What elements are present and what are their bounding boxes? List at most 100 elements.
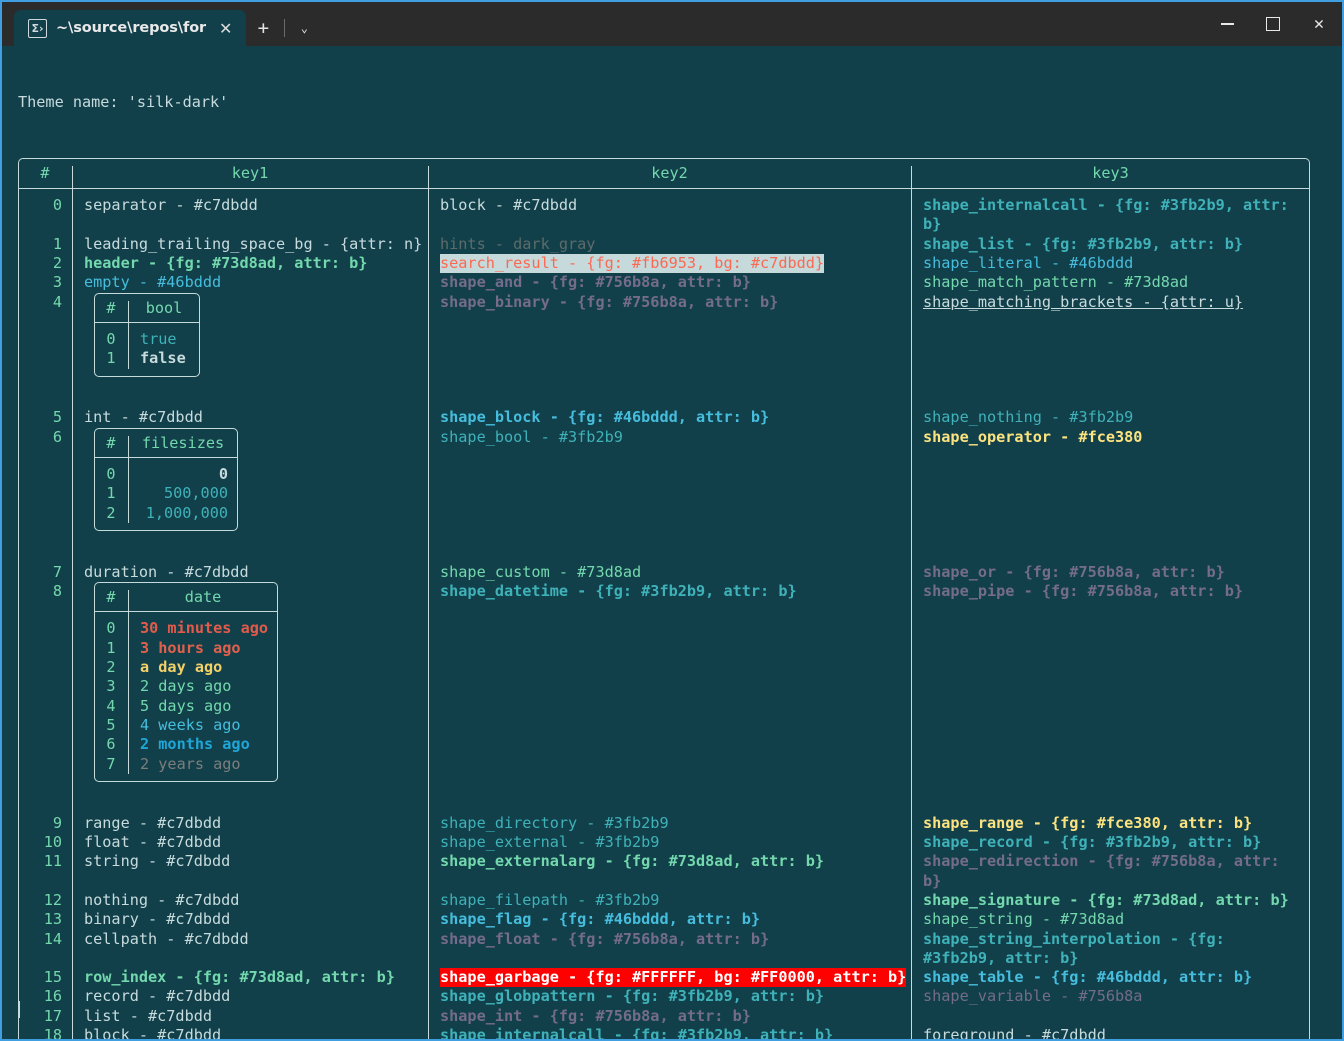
sub-row-value: false — [140, 349, 186, 368]
row-index: 15 — [43, 968, 62, 987]
key1-entry: range - #c7dbdd — [84, 813, 222, 832]
column-header-index[interactable]: # — [18, 164, 72, 183]
key3-entry: shape_matching_brackets - {attr: u} — [923, 292, 1244, 311]
row-index: 5 — [52, 408, 62, 427]
key1-entry: duration - #c7dbdd — [84, 562, 249, 581]
table-vline-4 — [1309, 166, 1310, 1039]
key3-entry: shape_list - {fg: #3fb2b9, attr: b} — [923, 234, 1244, 253]
key1-entry: row_index - {fg: #73d8ad, attr: b} — [84, 968, 395, 987]
key1-entry: header - {fg: #73d8ad, attr: b} — [84, 254, 368, 273]
row-index: 14 — [43, 929, 62, 948]
sub-row-value: 2 years ago — [140, 754, 241, 773]
minimize-button[interactable] — [1204, 2, 1250, 46]
row-index: 16 — [43, 987, 62, 1006]
row-index: 12 — [43, 890, 62, 909]
row-index: 9 — [52, 813, 62, 832]
key3-entry: shape_internalcall - {fg: #3fb2b9, attr: — [923, 196, 1289, 215]
tab-active[interactable]: Σ› ~\source\repos\forks\nu_scrip ✕ — [14, 10, 247, 46]
key1-entry: binary - #c7dbdd — [84, 910, 231, 929]
sub-row-index: 1 — [106, 349, 116, 368]
sub-row-value: 2 months ago — [140, 735, 250, 754]
tab-title: ~\source\repos\forks\nu_scrip — [56, 20, 206, 36]
row-index: 17 — [43, 1006, 62, 1025]
column-header-key3[interactable]: key3 — [911, 164, 1310, 183]
column-header-key1[interactable]: key1 — [72, 164, 428, 183]
new-tab-button[interactable]: + — [246, 10, 280, 46]
key2-entry: shape_flag - {fg: #46bddd, attr: b} — [440, 910, 761, 929]
key2-entry: shape_globpattern - {fg: #3fb2b9, attr: … — [440, 987, 825, 1006]
window-controls: ✕ — [1204, 2, 1342, 46]
key3-entry: shape_string_interpolation - {fg: — [923, 929, 1225, 948]
key2-entry: shape_internalcall - {fg: #3fb2b9, attr:… — [440, 1026, 834, 1039]
key1-entry: block - #c7dbdd — [84, 1026, 222, 1039]
row-index: 18 — [43, 1026, 62, 1039]
key3-entry: shape_record - {fg: #3fb2b9, attr: b} — [923, 833, 1262, 852]
terminal-icon: Σ› — [28, 18, 47, 38]
column-header-key2[interactable]: key2 — [428, 164, 911, 183]
sub-header-sep — [94, 611, 278, 613]
sub-row-value: 2 days ago — [140, 677, 232, 696]
sub-header-index: # — [106, 588, 116, 607]
key3-entry: shape_string - #73d8ad — [923, 910, 1125, 929]
terminal-viewport[interactable]: Theme name: 'silk-dark' # key1 key2 key3 0 1 2… — [2, 46, 1342, 1039]
theme-name-line: Theme name: 'silk-dark' — [18, 92, 229, 111]
sub-corner-bl — [94, 522, 102, 531]
key1-entry: separator - #c7dbdd — [84, 196, 258, 215]
sub-row-value: 3 hours ago — [140, 638, 241, 657]
row-index: 11 — [43, 852, 62, 871]
sub-row-index: 6 — [106, 735, 116, 754]
key2-entry: shape_external - #3fb2b9 — [440, 833, 660, 852]
sub-top — [102, 292, 192, 294]
sub-corner-br — [192, 368, 200, 377]
sub-corner-bl — [94, 368, 102, 377]
sub-row-index: 7 — [106, 754, 116, 773]
row-index: 0 — [52, 196, 62, 215]
sub-row-value: 4 weeks ago — [140, 715, 241, 734]
sub-row-value: 1,000,000 — [145, 503, 228, 522]
key2-entry: block - #c7dbdd — [440, 196, 578, 215]
outer-table: # key1 key2 key3 0 1 2 3 4 5 6 7 8 9 10 11 12 13 14 15 16 17 1… — [18, 158, 1310, 1039]
key3-entry: shape_match_pattern - #73d8ad — [923, 273, 1189, 292]
key2-entry: shape_datetime - {fg: #3fb2b9, attr: b} — [440, 582, 797, 601]
key2-entry: shape_int - {fg: #756b8a, attr: b} — [440, 1006, 751, 1025]
sub-corner-br — [230, 522, 238, 531]
key2-entry: shape_binary - {fg: #756b8a, attr: b} — [440, 292, 779, 311]
sub-header-value: filesizes — [141, 433, 225, 452]
row-index: 6 — [52, 427, 62, 446]
tab-separator — [284, 19, 286, 37]
row-index: 4 — [52, 292, 62, 311]
sub-header-value: bool — [145, 298, 183, 317]
sub-top — [102, 427, 230, 429]
key3-entry: shape_signature - {fg: #73d8ad, attr: b} — [923, 890, 1289, 909]
key2-entry: shape_float - {fg: #756b8a, attr: b} — [440, 929, 770, 948]
sub-bottom — [102, 529, 230, 531]
sub-header-sep — [94, 321, 200, 323]
sub-row-index: 2 — [106, 503, 116, 522]
tab-dropdown-button[interactable]: ⌄ — [289, 10, 319, 46]
close-window-icon[interactable]: ✕ — [1296, 2, 1342, 46]
filesizes-subtable: # filesizes 0 0 1 500,000 2 1,000,000 — [94, 427, 238, 531]
maximize-button[interactable] — [1250, 2, 1296, 46]
sub-header-sep — [94, 457, 238, 459]
key2-entry: shape_directory - #3fb2b9 — [440, 813, 669, 832]
key1-entry: list - #c7dbdd — [84, 1006, 213, 1025]
key3-entry: shape_redirection - {fg: #756b8a, attr: — [923, 852, 1280, 871]
sub-top — [102, 582, 270, 584]
key3-entry: shape_table - {fg: #46bddd, attr: b} — [923, 968, 1253, 987]
terminal-window: Σ› ~\source\repos\forks\nu_scrip ✕ + ⌄ ✕… — [0, 0, 1344, 1041]
key2-entry: shape_filepath - #3fb2b9 — [440, 890, 660, 909]
sub-row-value: 500,000 — [163, 484, 228, 503]
key3-entry: foreground - #c7dbdd — [923, 1026, 1106, 1039]
table-vline-2 — [428, 166, 429, 1039]
key3-entry: shape_variable - #756b8a — [923, 987, 1143, 1006]
sub-header-index: # — [106, 298, 116, 317]
key2-entry: search_result - {fg: #fb6953, bg: #c7dbd… — [440, 254, 825, 274]
key1-entry: string - #c7dbdd — [84, 852, 231, 871]
date-subtable: # date 0 30 minutes ago 1 3 hours ago 2 a day a… — [94, 582, 278, 782]
sub-corner-bl — [94, 773, 102, 782]
close-tab-icon[interactable]: ✕ — [215, 19, 236, 38]
sub-row-index: 0 — [106, 465, 116, 484]
sub-row-index: 4 — [106, 696, 116, 715]
sub-row-value: 5 days ago — [140, 696, 232, 715]
key1-entry: cellpath - #c7dbdd — [84, 929, 249, 948]
